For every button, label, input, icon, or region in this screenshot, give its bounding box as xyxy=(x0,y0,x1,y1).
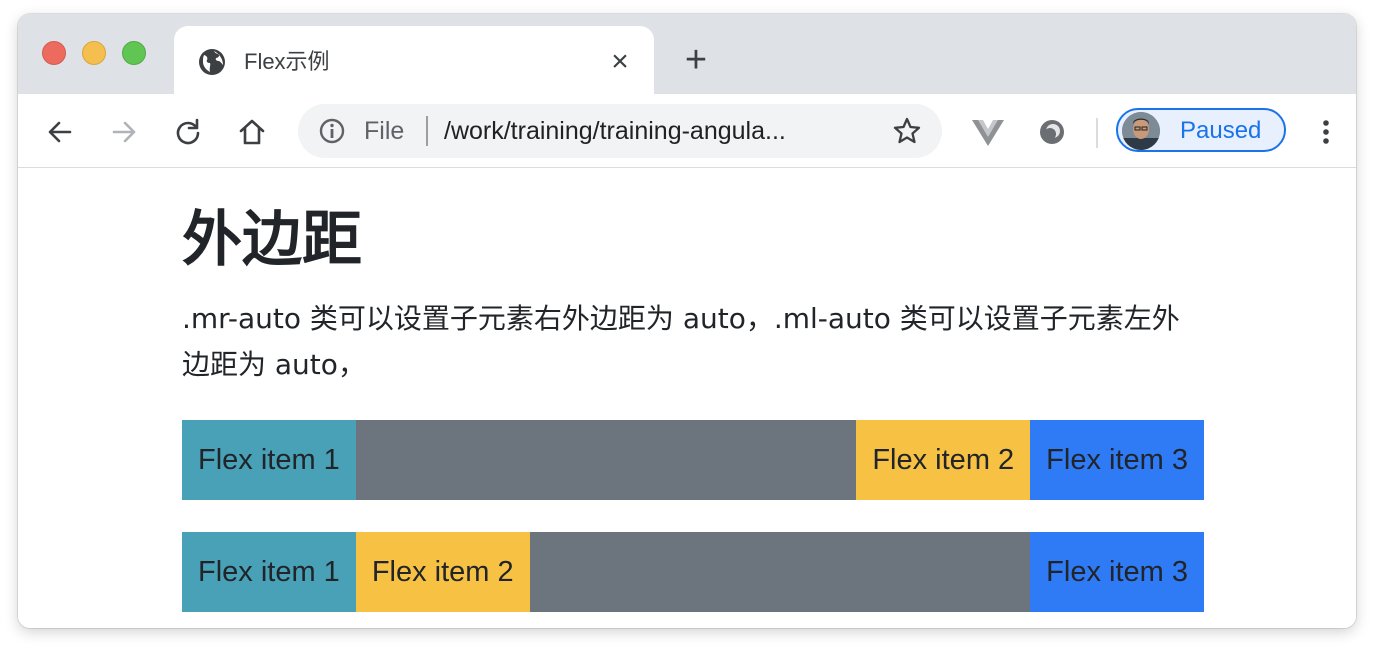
browser-tab[interactable]: Flex示例 × xyxy=(174,26,654,94)
home-icon[interactable] xyxy=(232,112,272,152)
page-description: .mr-auto 类可以设置子元素右外边距为 auto，.ml-auto 类可以… xyxy=(182,302,1180,381)
flex-item-3: Flex item 3 xyxy=(1030,532,1204,612)
url-separator xyxy=(426,116,428,146)
profile-status-label: Paused xyxy=(1180,117,1262,144)
flex-container-mr-auto: Flex item 1 Flex item 2 Flex item 3 xyxy=(182,420,1204,500)
flex-container-ml-auto: Flex item 1 Flex item 2 Flex item 3 xyxy=(182,532,1204,612)
page-content: 外边距 .mr-auto 类可以设置子元素右外边距为 auto，.ml-auto… xyxy=(18,168,1356,628)
url-scheme: File xyxy=(364,117,405,145)
profile-button[interactable]: Paused xyxy=(1116,108,1286,152)
flex-item-3: Flex item 3 xyxy=(1030,420,1204,500)
minimize-window-button[interactable] xyxy=(82,41,106,65)
globe-icon xyxy=(198,48,226,76)
new-tab-button[interactable]: + xyxy=(678,41,714,79)
avatar xyxy=(1122,112,1160,150)
more-menu-icon[interactable] xyxy=(1306,112,1346,152)
close-window-button[interactable] xyxy=(42,41,66,65)
bookmark-star-icon[interactable] xyxy=(892,116,922,146)
back-arrow-icon[interactable] xyxy=(40,112,80,152)
browser-toolbar: File /work/training/training-angula... P… xyxy=(18,94,1356,168)
address-bar[interactable]: File /work/training/training-angula... xyxy=(298,104,942,158)
flex-item-1: Flex item 1 xyxy=(182,532,356,612)
page-title: 外边距 xyxy=(182,205,362,275)
forward-arrow-icon[interactable] xyxy=(104,112,144,152)
circle-extension-icon[interactable] xyxy=(1032,112,1072,152)
url-text[interactable]: /work/training/training-angula... xyxy=(444,117,786,145)
zoom-window-button[interactable] xyxy=(122,41,146,65)
flex-item-1: Flex item 1 xyxy=(182,420,356,500)
browser-window: Flex示例 × + File /work/training/training-… xyxy=(18,14,1356,628)
toolbar-divider xyxy=(1096,118,1098,148)
reload-icon[interactable] xyxy=(168,112,208,152)
close-tab-icon[interactable]: × xyxy=(604,46,636,78)
flex-item-2: Flex item 2 xyxy=(355,532,530,612)
vue-devtools-extension-icon[interactable] xyxy=(968,112,1008,152)
tab-strip: Flex示例 × + xyxy=(18,14,1356,94)
tab-title: Flex示例 xyxy=(244,49,330,74)
info-icon[interactable] xyxy=(318,117,346,145)
flex-item-2: Flex item 2 xyxy=(856,420,1031,500)
